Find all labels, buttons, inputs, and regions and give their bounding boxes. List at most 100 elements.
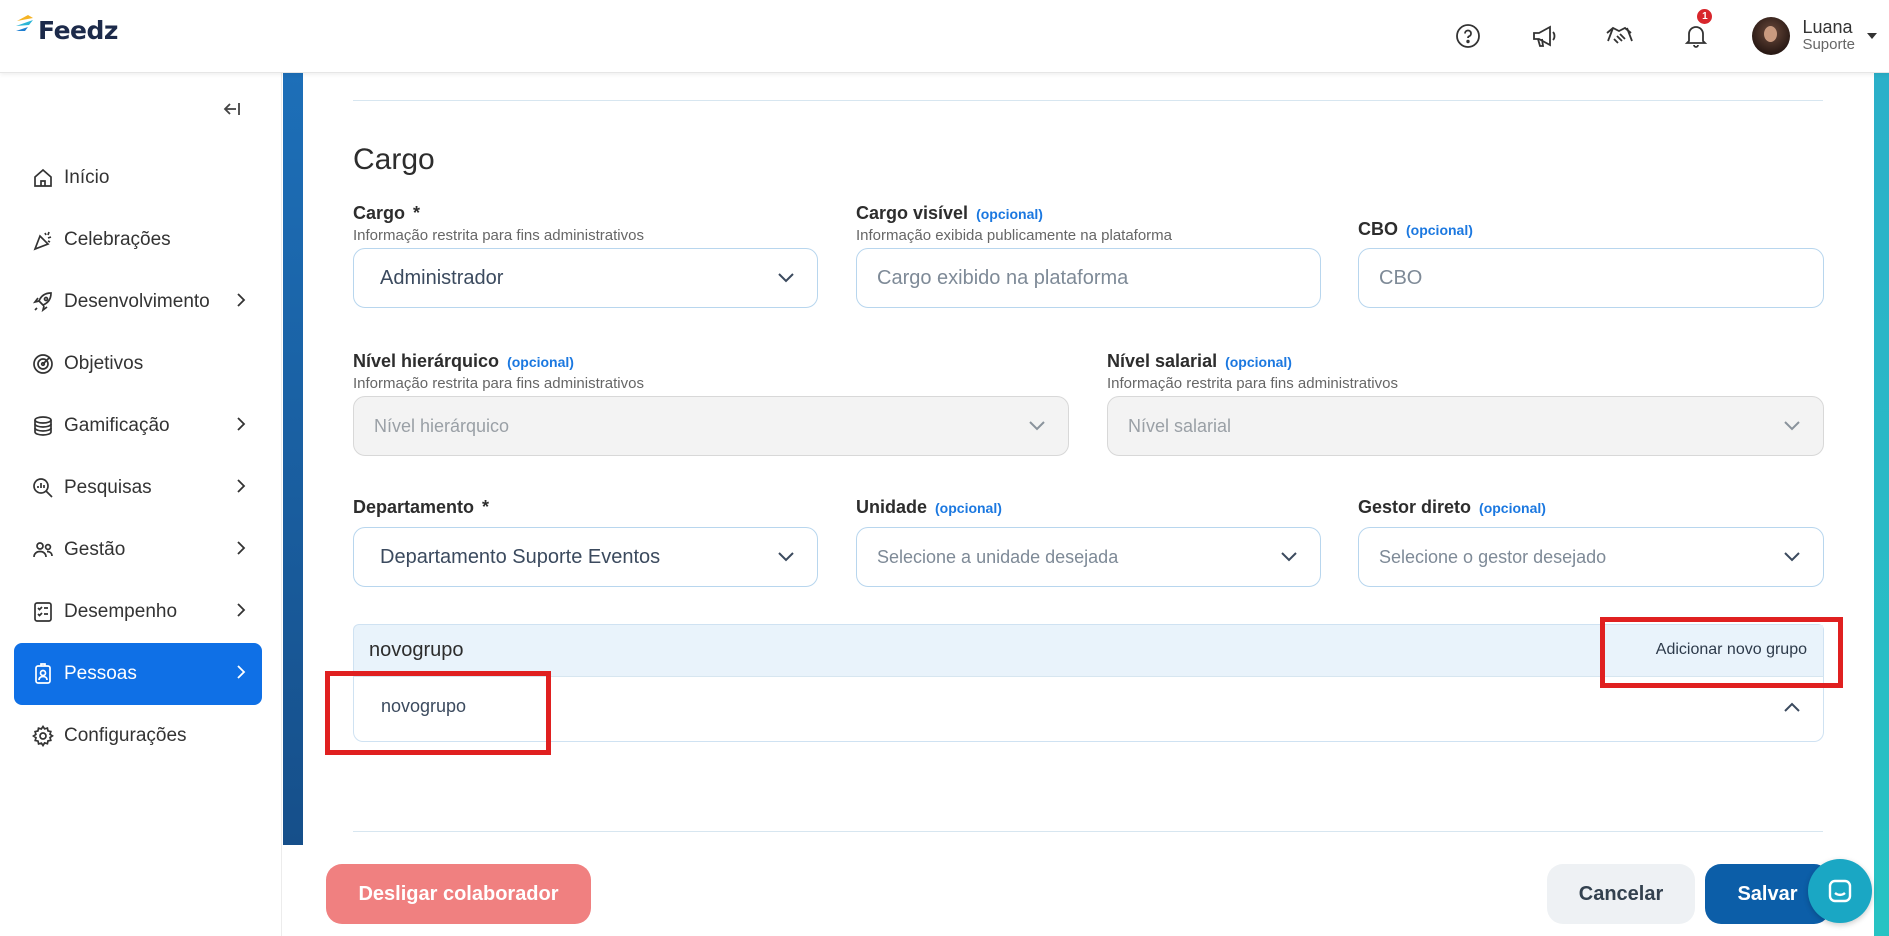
- optional-tag: (opcional): [1406, 222, 1473, 238]
- cbo-placeholder: CBO: [1379, 266, 1423, 289]
- unidade-label-group: Unidade (opcional): [856, 497, 1002, 518]
- cbo-input[interactable]: CBO: [1358, 248, 1824, 308]
- cbo-label: CBO: [1358, 219, 1398, 239]
- feedz-logo-mark: [14, 12, 36, 46]
- sidebar-item-pesquisas[interactable]: Pesquisas: [14, 457, 262, 519]
- sidebar-item-celebracoes[interactable]: Celebrações: [14, 209, 262, 271]
- sidebar-item-objetivos[interactable]: Objetivos: [14, 333, 262, 395]
- right-accent-strip: [1874, 73, 1889, 936]
- optional-tag: (opcional): [1225, 354, 1292, 370]
- cargo-select[interactable]: Administrador: [353, 248, 818, 308]
- departamento-label-group: Departamento *: [353, 497, 489, 518]
- cargo-label-group: Cargo * Informação restrita para fins adm…: [353, 203, 644, 244]
- notification-badge: 1: [1697, 9, 1713, 24]
- cbo-label-group: CBO (opcional): [1358, 219, 1473, 240]
- help-icon[interactable]: [1450, 18, 1486, 54]
- coins-icon: [30, 413, 56, 439]
- cargo-visivel-input[interactable]: Cargo exibido na plataforma: [856, 248, 1321, 308]
- sidebar-item-label: Desenvolvimento: [64, 291, 210, 312]
- user-name: Luana: [1802, 17, 1853, 37]
- sidebar-item-desempenho[interactable]: Desempenho: [14, 581, 262, 643]
- cargo-value: Administrador: [380, 266, 504, 289]
- checklist-icon: [30, 599, 56, 625]
- nivel-salarial-placeholder: Nível salarial: [1128, 415, 1232, 436]
- sidebar-item-label: Pessoas: [64, 663, 137, 684]
- sidebar-item-label: Início: [64, 167, 110, 188]
- dismiss-employee-button[interactable]: Desligar colaborador: [326, 864, 591, 924]
- target-icon: [30, 351, 56, 377]
- nivel-hierarquico-placeholder: Nível hierárquico: [374, 415, 510, 436]
- sidebar-item-label: Desempenho: [64, 601, 178, 622]
- sidebar-item-label: Pesquisas: [64, 477, 152, 498]
- unidade-select[interactable]: Selecione a unidade desejada: [856, 527, 1321, 587]
- departamento-label: Departamento: [353, 497, 475, 517]
- sidebar: Início Celebrações Desenvolvimento Objetivo…: [0, 73, 282, 936]
- top-bar: Feedz 1 Luana Suporte: [0, 0, 1889, 73]
- optional-tag: (opcional): [935, 500, 1002, 516]
- divider: [353, 831, 1823, 832]
- chevron-right-icon: [236, 292, 246, 314]
- section-title: Cargo: [353, 143, 435, 176]
- gestor-placeholder: Selecione o gestor desejado: [1379, 546, 1607, 567]
- gestor-label: Gestor direto: [1358, 497, 1472, 517]
- nivel-salarial-help: Informação restrita para fins administra…: [1107, 375, 1398, 392]
- sidebar-item-label: Objetivos: [64, 353, 144, 374]
- avatar[interactable]: [1752, 17, 1791, 55]
- nivel-hierarquico-help: Informação restrita para fins administra…: [353, 375, 644, 392]
- sidebar-item-label: Gamificação: [64, 415, 170, 436]
- departamento-value: Departamento Suporte Eventos: [380, 545, 661, 568]
- feedz-logo[interactable]: Feedz: [14, 12, 118, 46]
- chevron-right-icon: [236, 540, 246, 562]
- cargo-label: Cargo: [353, 203, 406, 223]
- chat-icon[interactable]: [1808, 859, 1872, 923]
- departamento-select[interactable]: Departamento Suporte Eventos: [353, 527, 818, 587]
- sidebar-nav: Início Celebrações Desenvolvimento Objetivo…: [14, 147, 262, 767]
- chevron-right-icon: [236, 664, 246, 686]
- party-popper-icon: [30, 227, 56, 253]
- chevron-down-icon: [1784, 552, 1800, 562]
- optional-tag: (opcional): [1479, 500, 1546, 516]
- optional-tag: (opcional): [976, 206, 1043, 222]
- highlight-box-group-option: [325, 671, 551, 755]
- user-menu[interactable]: Luana Suporte: [1802, 18, 1855, 54]
- rocket-icon: [30, 289, 56, 315]
- sidebar-item-configuracoes[interactable]: Configurações: [14, 705, 262, 767]
- user-role: Suporte: [1802, 36, 1855, 53]
- cargo-help: Informação restrita para fins administra…: [353, 227, 644, 244]
- sidebar-item-pessoas[interactable]: Pessoas: [14, 643, 262, 705]
- nivel-salarial-select[interactable]: Nível salarial: [1107, 396, 1824, 456]
- search-chart-icon: [30, 475, 56, 501]
- logo-text: Feedz: [38, 16, 118, 45]
- collapse-sidebar-icon[interactable]: [220, 97, 244, 121]
- highlight-box-add-group: [1600, 617, 1843, 688]
- gestor-select[interactable]: Selecione o gestor desejado: [1358, 527, 1824, 587]
- gear-icon: [30, 723, 56, 749]
- bell-icon[interactable]: 1: [1678, 9, 1714, 54]
- cargo-visivel-help: Informação exibida publicamente na plata…: [856, 227, 1173, 244]
- caret-down-icon[interactable]: [1867, 33, 1877, 39]
- chevron-down-icon: [1281, 552, 1297, 562]
- optional-tag: (opcional): [507, 354, 574, 370]
- unidade-label: Unidade: [856, 497, 928, 517]
- chevron-right-icon: [236, 478, 246, 500]
- sidebar-item-gestao[interactable]: Gestão: [14, 519, 262, 581]
- megaphone-icon[interactable]: [1526, 18, 1562, 54]
- chevron-down-icon: [1784, 421, 1800, 431]
- sidebar-item-desenvolvimento[interactable]: Desenvolvimento: [14, 271, 262, 333]
- home-icon: [30, 165, 56, 191]
- cancel-button[interactable]: Cancelar: [1547, 864, 1695, 924]
- nivel-salarial-label-group: Nível salarial (opcional) Informação rest…: [1107, 351, 1398, 392]
- sidebar-item-gamificacao[interactable]: Gamificação: [14, 395, 262, 457]
- divider: [353, 100, 1823, 101]
- gestor-label-group: Gestor direto (opcional): [1358, 497, 1546, 518]
- left-accent-strip: [283, 73, 303, 845]
- cargo-visivel-label-group: Cargo visível (opcional) Informação exibi…: [856, 203, 1172, 244]
- chevron-up-icon[interactable]: [1783, 701, 1801, 713]
- sidebar-item-label: Celebrações: [64, 229, 171, 250]
- nivel-hierarquico-select[interactable]: Nível hierárquico: [353, 396, 1069, 456]
- nivel-hierarquico-label: Nível hierárquico: [353, 351, 500, 371]
- people-icon: [30, 537, 56, 563]
- required-mark: *: [413, 203, 421, 223]
- sidebar-item-inicio[interactable]: Início: [14, 147, 262, 209]
- handshake-icon[interactable]: [1602, 18, 1638, 54]
